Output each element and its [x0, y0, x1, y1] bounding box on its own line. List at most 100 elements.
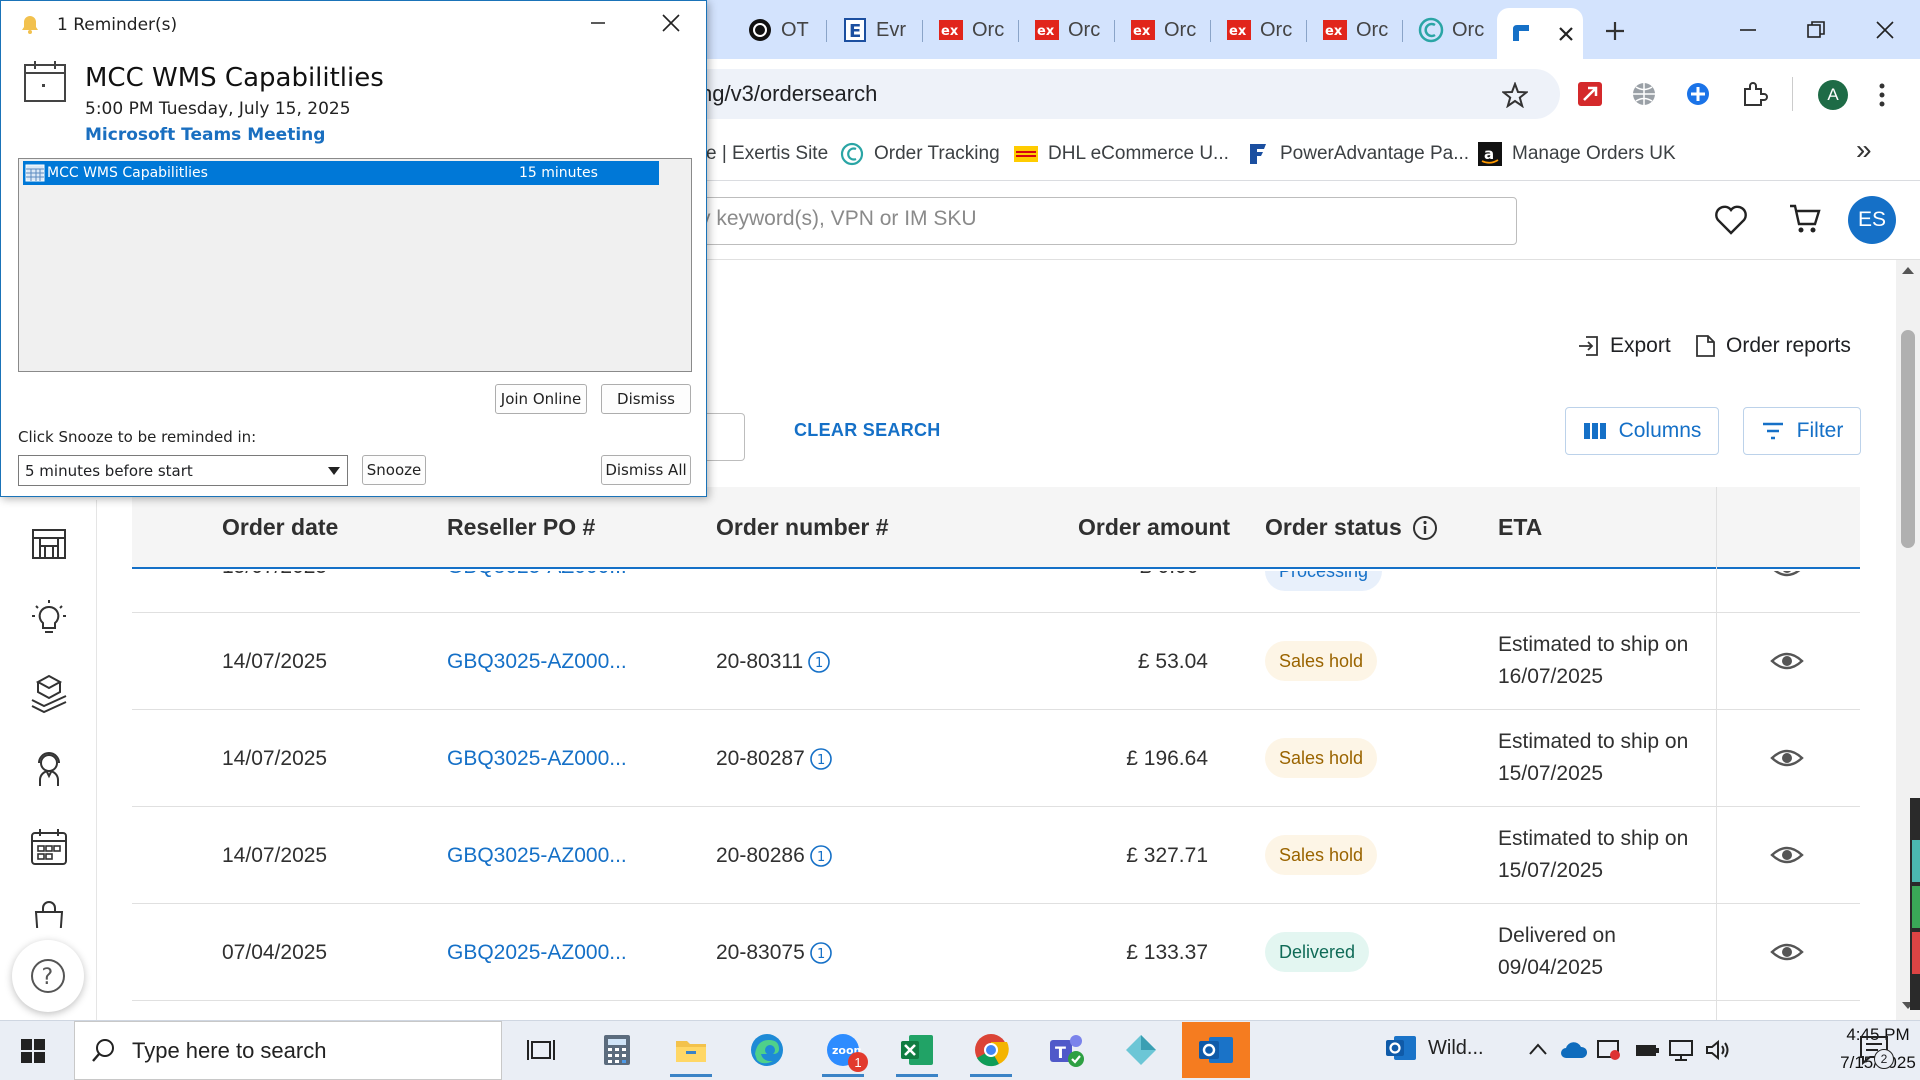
nav-support[interactable] — [28, 748, 70, 790]
columns-button[interactable]: Columns — [1565, 407, 1719, 455]
column-header-order-number[interactable]: Order number # — [716, 514, 889, 541]
order-info-icon[interactable]: 1 — [809, 747, 833, 771]
view-icon[interactable] — [1770, 741, 1804, 775]
chevron-up-icon[interactable] — [1528, 1042, 1548, 1056]
view-icon[interactable] — [1770, 935, 1804, 969]
tab-openai[interactable]: OT — [735, 12, 825, 48]
tab-exertis-4[interactable]: ex Orc — [1214, 12, 1304, 48]
table-row[interactable]: 14/07/2025 GBQ3025-AZ000... 20-80287 1 £… — [132, 710, 1860, 807]
dismiss-all-button[interactable]: Dismiss All — [601, 455, 691, 485]
table-row[interactable]: 14/07/2025 GBQ3025-AZ000... 20-80286 1 £… — [132, 807, 1860, 904]
cell-reseller-po[interactable]: GBQ3025-AZ000... — [447, 747, 627, 771]
nav-products[interactable] — [28, 672, 70, 714]
cell-order-number[interactable]: 20-83075 1 — [716, 941, 833, 965]
scroll-thumb[interactable] — [1901, 330, 1915, 548]
excel-app[interactable] — [886, 1022, 948, 1078]
file-explorer-app[interactable] — [660, 1022, 722, 1078]
table-row[interactable]: 14/07/2025 GBQ3025-AZ000... 20-80311 1 £… — [132, 613, 1860, 710]
calculator-app[interactable] — [586, 1022, 648, 1078]
column-header-order-status[interactable]: Order status — [1265, 514, 1438, 541]
bookmark-star-button[interactable] — [1502, 82, 1528, 108]
onedrive-icon[interactable] — [1560, 1040, 1588, 1060]
tab-exertis-2[interactable]: ex Orc — [1022, 12, 1112, 48]
reminder-list-item[interactable]: MCC WMS Capabilitlies 15 minutes — [23, 161, 659, 185]
account-avatar[interactable]: ES — [1848, 196, 1896, 244]
cell-order-number[interactable]: 20-80287 1 — [716, 747, 833, 771]
edge-app[interactable] — [736, 1022, 798, 1078]
bookmark-order-tracking[interactable]: Order Tracking — [840, 137, 1000, 171]
dismiss-button[interactable]: Dismiss — [601, 384, 691, 414]
filter-button[interactable]: Filter — [1743, 407, 1861, 455]
column-header-order-date[interactable]: Order date — [222, 514, 338, 541]
tab-evri[interactable]: E Evr — [830, 12, 920, 48]
teams-meeting-link[interactable]: Microsoft Teams Meeting — [85, 125, 325, 145]
help-button[interactable]: ? — [12, 940, 84, 1012]
start-button[interactable] — [20, 1038, 46, 1064]
column-header-eta[interactable]: ETA — [1498, 514, 1542, 541]
notifications-button[interactable]: 2 — [1858, 1033, 1894, 1069]
join-online-button[interactable]: Join Online — [495, 384, 587, 414]
outlook-app[interactable] — [1182, 1022, 1250, 1078]
tab-exertis-3[interactable]: ex Orc — [1118, 12, 1208, 48]
cell-order-number[interactable]: 20-80311 1 — [716, 650, 831, 674]
cell-reseller-po[interactable]: GBQ3025-AZ000... — [447, 571, 627, 579]
order-reports-button[interactable]: Order reports — [1694, 334, 1851, 358]
reminder-minimize-button[interactable] — [588, 11, 618, 37]
table-row-partial[interactable]: 15/07/2025 GBQ3025-AZ000... £ 0.00 Proce… — [132, 571, 1860, 613]
chrome-app[interactable] — [960, 1022, 1022, 1078]
cell-reseller-po[interactable]: GBQ3025-AZ000... — [447, 844, 627, 868]
close-tab-icon[interactable] — [1557, 25, 1575, 43]
new-tab-button[interactable] — [1600, 16, 1630, 46]
reminder-close-button[interactable] — [661, 13, 685, 37]
teams-app[interactable]: T — [1036, 1022, 1098, 1078]
bookmarks-overflow-button[interactable]: » — [1856, 134, 1872, 166]
url-text[interactable]: ng/v3/ordersearch — [700, 81, 877, 107]
volume-icon[interactable] — [1704, 1038, 1732, 1062]
cart-button[interactable] — [1788, 202, 1822, 236]
security-icon[interactable] — [1596, 1038, 1622, 1062]
view-icon[interactable] — [1770, 838, 1804, 872]
tab-exertis-5[interactable]: ex Orc — [1310, 12, 1400, 48]
battery-icon[interactable] — [1634, 1040, 1660, 1060]
task-view-button[interactable] — [510, 1022, 572, 1078]
cell-reseller-po[interactable]: GBQ2025-AZ000... — [447, 941, 627, 965]
cell-order-number[interactable]: 20-80286 1 — [716, 844, 833, 868]
nav-shopping[interactable] — [28, 900, 70, 928]
tab-active[interactable] — [1497, 8, 1583, 59]
info-icon[interactable] — [1412, 515, 1438, 541]
profile-avatar[interactable]: A — [1818, 80, 1848, 110]
network-icon[interactable] — [1668, 1038, 1696, 1062]
wishlist-button[interactable] — [1714, 204, 1748, 236]
nav-calendar[interactable] — [28, 826, 70, 868]
app-generic[interactable] — [1110, 1022, 1172, 1078]
cell-reseller-po[interactable]: GBQ3025-AZ000... — [447, 650, 627, 674]
browser-menu-button[interactable] — [1876, 82, 1888, 108]
order-info-icon[interactable]: 1 — [809, 941, 833, 965]
order-info-icon[interactable]: 1 — [809, 844, 833, 868]
order-info-icon[interactable]: 1 — [807, 650, 831, 674]
tab-exertis-1[interactable]: ex Orc — [926, 12, 1016, 48]
extension-button[interactable] — [1684, 80, 1712, 108]
restore-button[interactable] — [1788, 10, 1844, 50]
scroll-up-icon[interactable] — [1901, 264, 1915, 276]
close-window-button[interactable] — [1857, 10, 1913, 50]
snooze-dropdown[interactable]: 5 minutes before start — [18, 455, 348, 486]
nav-ideas[interactable] — [28, 598, 70, 640]
extensions-menu-button[interactable] — [1740, 80, 1768, 108]
bookmark-dhl[interactable]: DHL eCommerce U... — [1014, 137, 1229, 171]
view-icon[interactable] — [1770, 644, 1804, 678]
pdf-extension-button[interactable] — [1576, 80, 1604, 108]
bookmark-manage-orders[interactable]: a Manage Orders UK — [1478, 137, 1676, 171]
bookmark-poweradvantage[interactable]: PowerAdvantage Pa... — [1246, 137, 1469, 171]
nav-store[interactable] — [28, 522, 70, 564]
bookmark-exertis-site[interactable]: e | Exertis Site — [706, 137, 828, 171]
zoom-app[interactable]: zoom 1 — [812, 1022, 874, 1078]
outlook-notification-preview[interactable]: Wild... — [1384, 1032, 1484, 1064]
view-icon[interactable] — [1770, 571, 1804, 585]
table-row[interactable]: 07/04/2025 GBQ2025-AZ000... 20-83075 1 £… — [132, 904, 1860, 1000]
globe-extension-button[interactable] — [1630, 80, 1658, 108]
minimize-button[interactable] — [1720, 10, 1776, 50]
column-header-reseller-po[interactable]: Reseller PO # — [447, 514, 595, 541]
clear-search-button[interactable]: CLEAR SEARCH — [794, 420, 941, 441]
export-button[interactable]: Export — [1576, 334, 1671, 358]
